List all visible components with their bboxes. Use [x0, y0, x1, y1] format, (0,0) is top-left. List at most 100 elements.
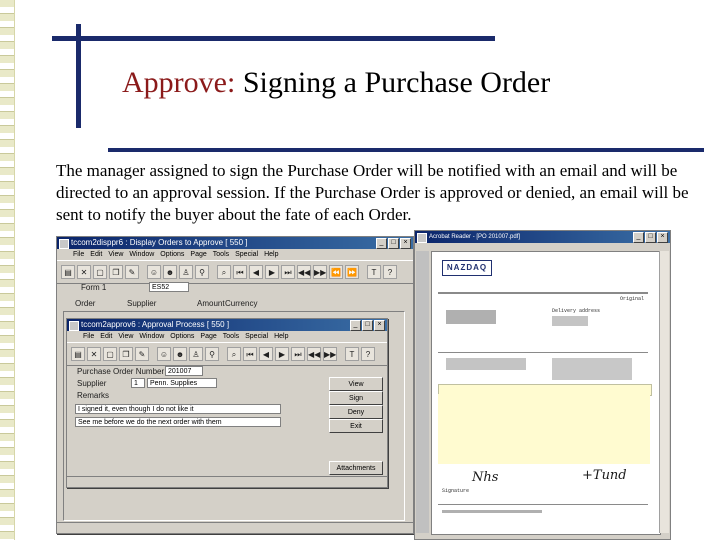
supplier-label: Supplier — [77, 379, 107, 388]
filter-icon[interactable]: ⚲ — [205, 347, 219, 361]
page-forward-icon[interactable]: ▶▶ — [323, 347, 337, 361]
slide-stripe-grid — [0, 0, 14, 540]
original-label: Original — [620, 296, 645, 302]
menu-file[interactable]: File — [83, 331, 94, 342]
menu-edit[interactable]: Edit — [100, 331, 112, 342]
viewer-side-panel — [416, 251, 429, 533]
slide-body-text: The manager assigned to sign the Purchas… — [56, 161, 689, 224]
column-supplier: Supplier — [127, 299, 157, 308]
menu-options[interactable]: Options — [160, 249, 184, 260]
filter-icon[interactable]: ⚲ — [195, 265, 209, 279]
menu-window[interactable]: Window — [139, 331, 164, 342]
column-amount: Amount — [197, 299, 225, 308]
text-icon[interactable]: T — [345, 347, 359, 361]
new-icon[interactable]: ▢ — [93, 265, 107, 279]
attachments-button[interactable]: Attachments — [329, 461, 383, 475]
new-icon[interactable]: ▢ — [103, 347, 117, 361]
address-block — [446, 310, 496, 324]
help-icon[interactable]: ? — [361, 347, 375, 361]
group-icon[interactable]: ☻ — [173, 347, 187, 361]
person-icon[interactable]: ♙ — [189, 347, 203, 361]
first-record-icon[interactable]: ⏮ — [243, 347, 257, 361]
menu-special[interactable]: Special — [235, 249, 258, 260]
page-back-icon[interactable]: ◀◀ — [297, 265, 311, 279]
form-field[interactable]: ES52 — [149, 282, 189, 292]
edit-icon[interactable]: ✎ — [125, 265, 139, 279]
deny-button[interactable]: Deny — [329, 405, 383, 419]
slide-title-highlight: Approve: — [122, 66, 236, 99]
menu-help[interactable]: Help — [274, 331, 288, 342]
minimize-button[interactable]: _ — [350, 320, 361, 331]
vertical-scrollbar[interactable] — [659, 251, 669, 533]
menu-window[interactable]: Window — [129, 249, 154, 260]
minimize-button[interactable]: _ — [376, 238, 387, 249]
window-titlebar[interactable]: tccom2approv6 : Approval Process [ 550 ]… — [67, 319, 387, 331]
maximize-button[interactable]: □ — [388, 238, 399, 249]
column-currency: Currency — [225, 299, 258, 308]
forward-icon[interactable]: ⏩ — [345, 265, 359, 279]
app-icon — [69, 321, 79, 331]
copy-icon[interactable]: ❐ — [119, 347, 133, 361]
previous-record-icon[interactable]: ◀ — [249, 265, 263, 279]
sign-button[interactable]: Sign — [329, 391, 383, 405]
menu-view[interactable]: View — [108, 249, 123, 260]
supplier-code-field[interactable]: 1 — [131, 378, 145, 388]
terms-block — [552, 358, 632, 380]
remark-line-2[interactable]: See me before we do the next order with … — [75, 417, 281, 427]
edit-icon[interactable]: ✎ — [135, 347, 149, 361]
delete-icon[interactable]: ✕ — [87, 347, 101, 361]
menu-special[interactable]: Special — [245, 331, 268, 342]
column-order: Order — [75, 299, 96, 308]
buyer-signature: Nhs — [472, 470, 499, 485]
menu-tools[interactable]: Tools — [213, 249, 229, 260]
exit-button[interactable]: Exit — [329, 419, 383, 433]
first-record-icon[interactable]: ⏮ — [233, 265, 247, 279]
view-button[interactable]: View — [329, 377, 383, 391]
previous-record-icon[interactable]: ◀ — [259, 347, 273, 361]
po-number-field[interactable]: 201007 — [165, 366, 203, 376]
menu-page[interactable]: Page — [200, 331, 216, 342]
page-back-icon[interactable]: ◀◀ — [307, 347, 321, 361]
close-button[interactable]: × — [400, 238, 411, 249]
menu-page[interactable]: Page — [190, 249, 206, 260]
slide-title-rest: Signing a Purchase Order — [235, 66, 551, 99]
person-icon[interactable]: ♙ — [179, 265, 193, 279]
menu-options[interactable]: Options — [170, 331, 194, 342]
text-icon[interactable]: T — [367, 265, 381, 279]
app-icon — [417, 233, 427, 243]
group-icon[interactable]: ☻ — [163, 265, 177, 279]
last-record-icon[interactable]: ⏭ — [291, 347, 305, 361]
po-number-label: Purchase Order Number — [77, 367, 165, 376]
signature-label: Signature — [442, 488, 470, 494]
menu-file[interactable]: File — [73, 249, 84, 260]
viewer-titlebar[interactable]: Acrobat Reader - [PO 201007.pdf] _ □ × — [415, 231, 670, 243]
maximize-button[interactable]: □ — [645, 232, 656, 243]
close-button[interactable]: × — [657, 232, 668, 243]
remark-line-1[interactable]: I signed it, even though I do not like i… — [75, 404, 281, 414]
last-record-icon[interactable]: ⏭ — [281, 265, 295, 279]
user-icon[interactable]: ☺ — [157, 347, 171, 361]
save-icon[interactable]: ▤ — [71, 347, 85, 361]
maximize-button[interactable]: □ — [362, 320, 373, 331]
menu-edit[interactable]: Edit — [90, 249, 102, 260]
window-titlebar[interactable]: tccom2disppr6 : Display Orders to Approv… — [57, 237, 413, 249]
menu-tools[interactable]: Tools — [223, 331, 239, 342]
menu-help[interactable]: Help — [264, 249, 278, 260]
copy-icon[interactable]: ❐ — [109, 265, 123, 279]
find-icon[interactable]: ⌕ — [227, 347, 241, 361]
user-icon[interactable]: ☺ — [147, 265, 161, 279]
order-info-rule — [438, 352, 648, 353]
help-icon[interactable]: ? — [383, 265, 397, 279]
next-record-icon[interactable]: ▶ — [265, 265, 279, 279]
next-record-icon[interactable]: ▶ — [275, 347, 289, 361]
minimize-button[interactable]: _ — [633, 232, 644, 243]
menu-view[interactable]: View — [118, 331, 133, 342]
close-button[interactable]: × — [374, 320, 385, 331]
supplier-name-field: Penn. Supplies — [147, 378, 217, 388]
page-forward-icon[interactable]: ▶▶ — [313, 265, 327, 279]
save-icon[interactable]: ▤ — [61, 265, 75, 279]
delete-icon[interactable]: ✕ — [77, 265, 91, 279]
rewind-icon[interactable]: ⏪ — [329, 265, 343, 279]
find-icon[interactable]: ⌕ — [217, 265, 231, 279]
footer-text-block — [442, 510, 542, 513]
